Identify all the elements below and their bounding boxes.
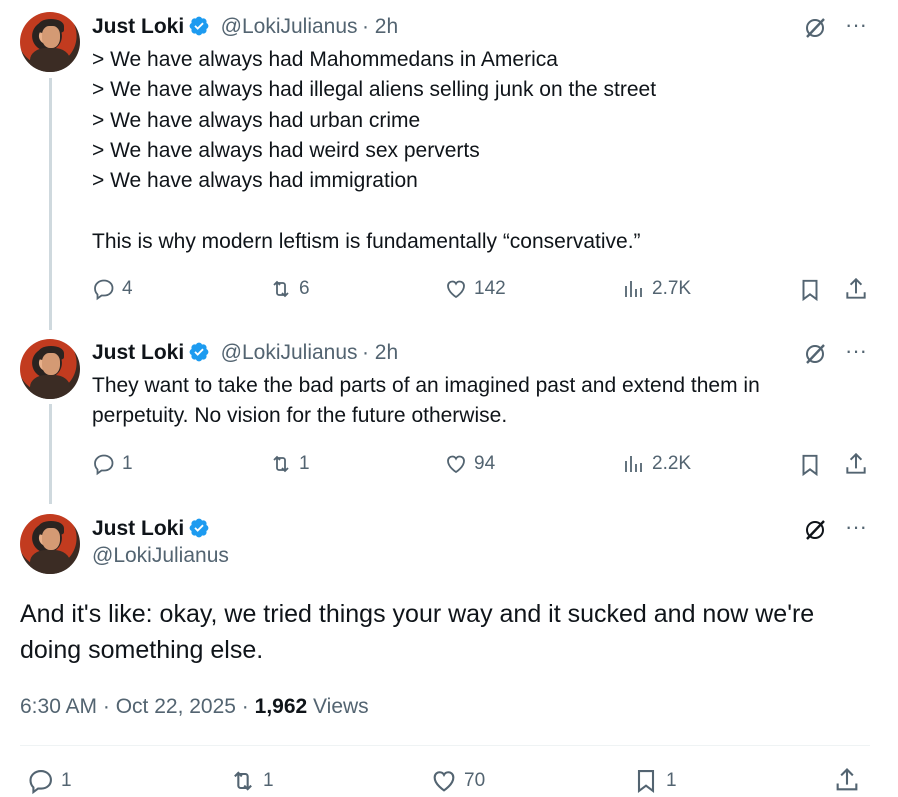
timestamp[interactable]: · 2h xyxy=(362,341,398,364)
heart-icon xyxy=(447,280,465,299)
grok-icon[interactable] xyxy=(802,341,828,372)
views-label: Views xyxy=(313,695,369,718)
tweet-header: Just Loki @LokiJulianus · 2h xyxy=(92,341,398,365)
reply-button[interactable]: 1 xyxy=(92,452,133,476)
repost-button[interactable]: 6 xyxy=(269,277,310,301)
thread-line xyxy=(49,404,52,504)
reply-count: 1 xyxy=(61,770,72,791)
avatar[interactable] xyxy=(20,514,80,574)
like-count: 70 xyxy=(464,770,486,791)
like-button[interactable]: 70 xyxy=(430,767,485,795)
display-name[interactable]: Just Loki xyxy=(92,517,184,540)
bookmark-icon xyxy=(802,454,818,477)
timestamp[interactable]: · 2h xyxy=(362,15,398,38)
grok-icon[interactable] xyxy=(802,517,828,548)
reply-count: 4 xyxy=(122,278,133,299)
bookmark-button[interactable] xyxy=(797,277,823,303)
views-icon xyxy=(625,281,642,297)
reply-icon xyxy=(29,770,52,795)
tweet-header: Just Loki @LokiJulianus xyxy=(92,517,229,568)
more-icon[interactable]: ··· xyxy=(845,338,867,364)
reply-button[interactable]: 1 xyxy=(27,767,72,795)
views-total: 1,962 xyxy=(254,695,308,718)
handle[interactable]: @LokiJulianus xyxy=(221,15,358,38)
views-button[interactable]: 2.2K xyxy=(622,452,691,476)
like-button[interactable]: 142 xyxy=(444,277,506,301)
repost-button[interactable]: 1 xyxy=(229,767,274,795)
views-count: 2.2K xyxy=(652,453,692,474)
display-name[interactable]: Just Loki xyxy=(92,341,184,364)
share-button[interactable] xyxy=(843,451,869,477)
repost-icon xyxy=(273,455,289,473)
avatar[interactable] xyxy=(20,339,80,399)
share-button[interactable] xyxy=(843,276,869,302)
main-tweet-text: And it's like: okay, we tried things you… xyxy=(20,600,815,664)
reply-button[interactable]: 4 xyxy=(92,277,133,301)
heart-icon xyxy=(447,455,465,474)
views-icon xyxy=(625,456,642,472)
more-icon[interactable]: ··· xyxy=(845,514,867,540)
like-count: 94 xyxy=(474,453,496,474)
tweet-text: > We have always had Mahommedans in Amer… xyxy=(92,48,657,253)
bookmark-button[interactable]: 1 xyxy=(632,767,677,795)
tweet-meta: 6:30 AM · Oct 22, 2025 · 1,962 Views xyxy=(20,695,369,719)
reply-count: 1 xyxy=(122,453,133,474)
tweet-text: They want to take the bad parts of an im… xyxy=(92,374,760,428)
tweet-header: Just Loki @LokiJulianus · 2h xyxy=(92,15,398,39)
thread-line xyxy=(49,78,52,330)
bookmark-button[interactable] xyxy=(797,452,823,478)
repost-icon xyxy=(234,771,252,791)
repost-count: 1 xyxy=(263,770,274,791)
verified-icon xyxy=(189,342,209,362)
views-count: 2.7K xyxy=(652,278,692,299)
reply-icon xyxy=(94,454,114,476)
repost-icon xyxy=(273,280,289,298)
divider xyxy=(20,745,870,746)
repost-button[interactable]: 1 xyxy=(269,452,310,476)
bookmark-icon xyxy=(802,279,818,302)
heart-icon xyxy=(433,771,455,792)
repost-count: 6 xyxy=(299,278,310,299)
views-button[interactable]: 2.7K xyxy=(622,277,691,301)
display-name[interactable]: Just Loki xyxy=(92,15,184,38)
share-icon xyxy=(836,768,858,791)
reply-icon xyxy=(94,279,114,301)
bookmark-icon xyxy=(637,770,655,794)
more-icon[interactable]: ··· xyxy=(845,12,867,38)
verified-icon xyxy=(189,518,209,538)
grok-icon[interactable] xyxy=(802,15,828,46)
handle[interactable]: @LokiJulianus xyxy=(221,341,358,364)
handle[interactable]: @LokiJulianus xyxy=(92,544,229,568)
bookmark-count: 1 xyxy=(666,770,677,791)
share-icon xyxy=(846,277,866,299)
avatar[interactable] xyxy=(20,12,80,72)
repost-count: 1 xyxy=(299,453,310,474)
like-count: 142 xyxy=(474,278,506,299)
share-icon xyxy=(846,452,866,474)
like-button[interactable]: 94 xyxy=(444,452,495,476)
verified-icon xyxy=(189,16,209,36)
post-time[interactable]: 6:30 AM · Oct 22, 2025 · xyxy=(20,695,249,718)
share-button[interactable] xyxy=(833,766,861,794)
